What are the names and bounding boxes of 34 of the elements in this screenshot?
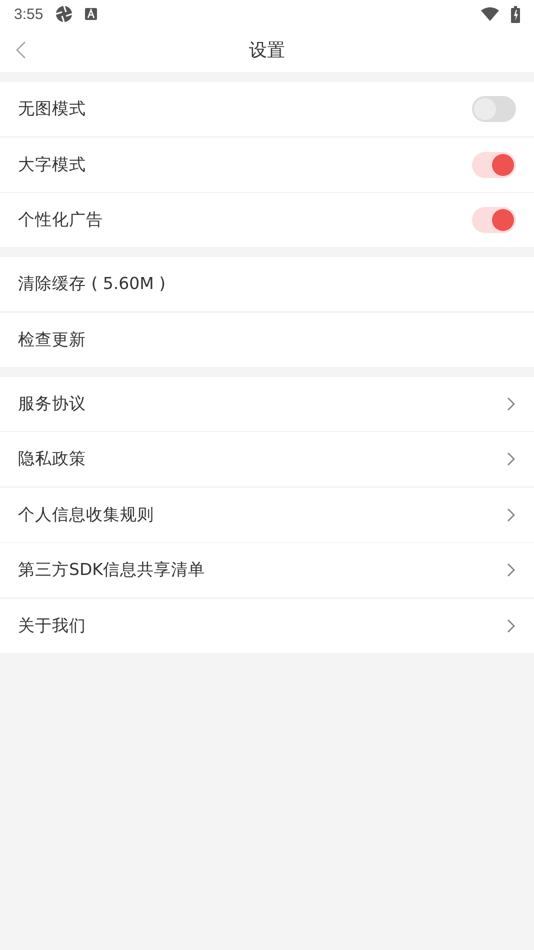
chevron-right-icon	[506, 562, 516, 578]
chevron-right-icon	[506, 618, 516, 634]
chevron-right-icon	[506, 451, 516, 467]
toggle-switch[interactable]	[472, 207, 516, 233]
page-title: 设置	[249, 39, 285, 62]
row-label: 第三方SDK信息共享清单	[18, 559, 206, 581]
row-label: 清除缓存 ( 5.60M )	[18, 273, 167, 295]
settings-row[interactable]: 清除缓存 ( 5.60M )	[0, 257, 534, 311]
wifi-icon	[481, 7, 499, 21]
aperture-icon	[55, 5, 74, 23]
settings-row[interactable]: 隐私政策	[0, 432, 534, 486]
row-label: 大字模式	[18, 154, 87, 176]
settings-row[interactable]: 无图模式	[0, 82, 534, 136]
row-label: 无图模式	[18, 98, 87, 120]
toggle-switch[interactable]	[472, 96, 516, 122]
settings-row[interactable]: 个性化广告	[0, 193, 534, 247]
settings-row[interactable]: 检查更新	[0, 312, 534, 366]
settings-row[interactable]: 服务协议	[0, 376, 534, 430]
chevron-right-icon	[506, 396, 516, 412]
battery-icon	[511, 6, 520, 22]
row-label: 个人信息收集规则	[18, 504, 155, 526]
row-label: 隐私政策	[18, 448, 87, 470]
settings-row[interactable]: 个人信息收集规则	[0, 488, 534, 542]
settings-row[interactable]: 大字模式	[0, 138, 534, 192]
row-label: 服务协议	[18, 392, 87, 414]
row-label: 检查更新	[18, 328, 87, 350]
status-time: 3:55	[14, 6, 44, 22]
settings-row[interactable]: 第三方SDK信息共享清单	[0, 543, 534, 597]
row-label: 个性化广告	[18, 209, 104, 231]
row-label: 关于我们	[18, 614, 87, 636]
notification-icon	[85, 8, 98, 20]
chevron-right-icon	[506, 506, 516, 522]
settings-row[interactable]: 关于我们	[0, 598, 534, 652]
toggle-switch[interactable]	[472, 152, 516, 178]
